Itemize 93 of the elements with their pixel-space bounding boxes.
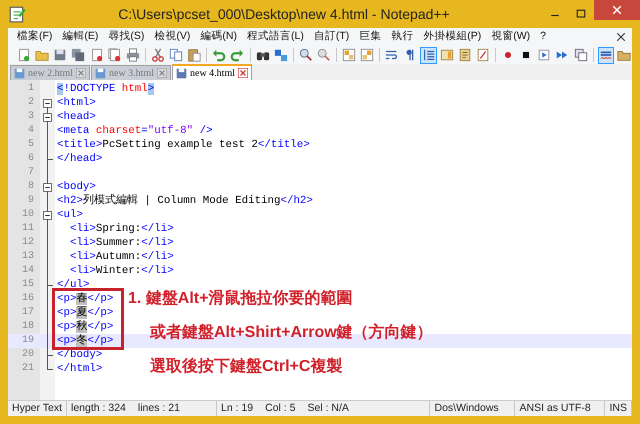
line-number: 12 [20,236,35,250]
close-icon[interactable] [616,32,626,42]
status-text: Dos\Windows [434,400,499,416]
zoom-out-icon[interactable] [316,46,332,64]
tab-label: new 3.html [109,66,154,80]
maximize-icon[interactable] [575,8,587,20]
save-all-icon[interactable] [70,46,87,64]
status-text: Ln : 19 [221,400,254,416]
line-number: 14 [20,264,35,278]
menu-item[interactable]: 檢視(V) [149,29,196,45]
copy-icon[interactable] [168,46,184,64]
menu-item[interactable]: 視窗(W) [486,29,536,45]
editor-tab[interactable]: new 4.html [172,64,252,80]
line-number: 13 [20,250,35,264]
clipboard-icon[interactable] [186,46,202,64]
code-line: <li>Autumn:</li> [68,250,174,264]
scissors-icon[interactable] [150,46,166,64]
code-line: <h2>列模式編輯 | Column Mode Editing</h2> [56,194,313,208]
menu-item[interactable]: 程式語言(L) [242,29,309,45]
menu-item[interactable]: 巨集 [354,29,386,45]
editor-pane[interactable] [8,80,632,400]
close-all-icon[interactable] [106,46,123,64]
line-number: 3 [26,110,35,124]
zoom-in-icon[interactable] [298,46,314,64]
line-number: 5 [26,138,35,152]
line-number: 7 [26,166,35,180]
line-number: 15 [20,278,35,292]
highlight-frame [52,288,124,350]
code-line: <p>秋</p> [56,320,114,334]
collapse-icon[interactable] [43,112,52,122]
tab-label: new 2.html [28,66,73,80]
status-text: Sel : N/A [307,400,349,416]
line-number: 4 [26,124,35,138]
window-icon[interactable] [572,46,589,64]
sync-vertical-icon[interactable] [340,46,358,64]
line-number: 6 [26,152,35,166]
line-number: 2 [26,96,35,110]
code-line: </ul> [56,278,90,292]
menu-item[interactable]: 外掛模組(P) [418,29,486,45]
code-line: </html> [56,362,102,376]
line-number: 20 [20,348,35,362]
status-text: Hyper Text [12,400,62,416]
spell-check-icon[interactable] [598,46,614,64]
line-number: 16 [20,292,35,306]
code-line: <p>春</p> [56,292,114,306]
line-number: 17 [20,306,35,320]
code-line: <title>PcSetting example test 2</title> [56,138,310,152]
status-text: length : 324 [71,400,126,416]
close-icon[interactable] [238,68,248,78]
window-title: C:\Users\pcset_000\Desktop\new 4.html - Notepad++ [117,4,451,24]
line-number: 9 [26,194,35,208]
tab-label: new 4.html [190,66,235,80]
line-number: 8 [26,180,35,194]
app-icon [8,5,26,23]
sync-horizontal-icon[interactable] [359,46,376,64]
status-text: ANSI as UTF-8 [519,400,591,416]
code-line: <ul> [56,208,83,222]
line-number: 18 [20,320,35,334]
line-number: 1 [26,82,35,96]
menu-item[interactable]: ? [535,29,552,45]
collapse-icon[interactable] [43,210,52,220]
collapse-icon[interactable] [43,98,52,108]
status-text: Col : 5 [265,400,296,416]
menu-item[interactable]: 執行 [386,29,418,45]
menu-item[interactable]: 檔案(F) [12,29,58,45]
code-line: <li>Summer:</li> [68,236,174,250]
close-button[interactable] [594,0,640,20]
menu-item[interactable]: 編輯(E) [57,29,104,45]
line-number: 21 [20,362,35,376]
code-line: <li>Winter:</li> [68,264,174,278]
indent-guide-icon[interactable] [420,46,437,64]
status-text: INS [609,400,627,416]
printer-icon[interactable] [124,46,141,64]
menu-item[interactable]: 編碼(N) [195,29,242,45]
line-number: 10 [20,208,35,222]
menu-item[interactable]: 尋找(S) [103,29,150,45]
code-line: <!DOCTYPE html> [56,82,154,96]
code-line: </head> [56,152,102,166]
code-line: <body> [56,180,96,194]
annotation-text: 1. 鍵盤Alt+滑鼠拖拉你要的範圍 [128,288,354,309]
annotation-text: 選取後按下鍵盤Ctrl+C複製 [149,356,344,377]
line-number: 19 [20,334,35,348]
status-text: lines : 21 [138,400,180,416]
collapse-icon[interactable] [43,182,52,192]
code-line: <p>夏</p> [56,306,114,320]
menu-item[interactable]: 自訂(T) [308,29,354,45]
code-line: <html> [56,96,96,110]
annotation-text: 或者鍵盤Alt+Shirt+Arrow鍵（方向鍵） [148,322,433,343]
code-line: <meta charset="utf-8" /> [56,124,213,138]
line-number: 11 [20,222,35,236]
code-line: <p>冬</p> [56,334,114,348]
code-line: <li>Spring:</li> [68,222,174,236]
code-line: <head> [56,110,96,124]
